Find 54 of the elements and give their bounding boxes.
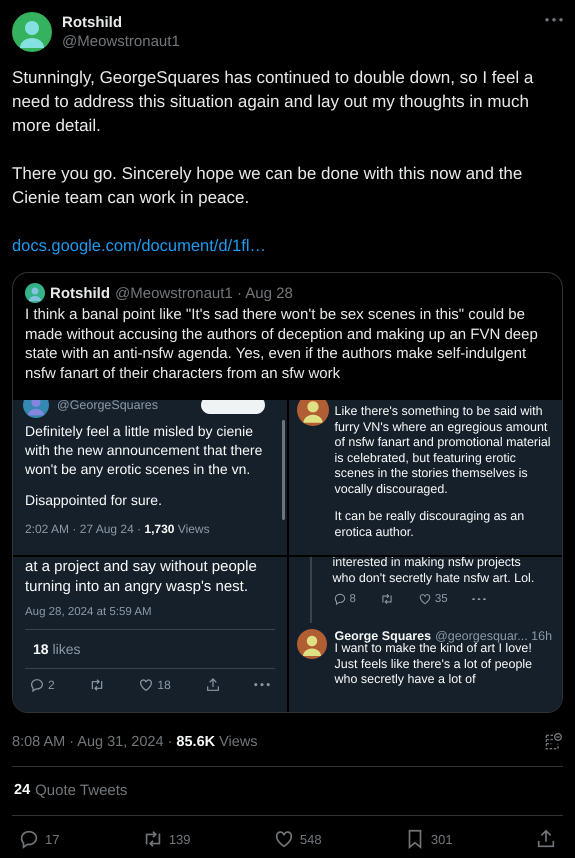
author-name: George Squares — [334, 629, 432, 643]
bookmark-button[interactable]: 301 — [402, 826, 455, 852]
link[interactable]: docs.google.com/document/d/1fl… — [12, 237, 266, 255]
quote-tweets-link[interactable]: Quote Tweets — [35, 782, 128, 799]
action-count: 2 — [48, 678, 55, 692]
post-text: Disappointed for sure. — [25, 491, 163, 510]
comment-icon — [29, 677, 45, 693]
tweet-text: Stunningly, GeorgeSquares has continued to double down, so I feel a need to address this situation again and lay out my thoughts in much more detail. — [12, 67, 534, 137]
post-time: 8:08 AM · Aug 31, 2024 · — [12, 734, 172, 750]
post-time: 2:02 AM · 27 Aug 24 · — [25, 522, 142, 536]
more-icon — [254, 683, 270, 687]
author-name: Rotshild — [50, 284, 110, 302]
author-name: Rotshild — [62, 14, 123, 31]
follow-button — [200, 400, 264, 414]
views-label: Views — [219, 734, 258, 750]
like-count: 18 — [33, 641, 49, 657]
reply-text: It can be really discouraging as an erotica author. — [334, 509, 526, 540]
quoted-tweet[interactable] — [12, 272, 563, 713]
analytics-icon[interactable] — [543, 732, 563, 752]
view-count: 1,730 — [144, 522, 174, 536]
reply-meta: @georgesquar... 16h — [435, 629, 552, 643]
likes-label: likes — [52, 641, 80, 657]
avatar — [296, 629, 326, 659]
tweet-text: There you go. Sincerely hope we can be done with this now and the Cienie team can work in peace. — [12, 163, 524, 209]
more-icon — [545, 18, 563, 22]
post-text: at a project and say without people turning into an angry wasp's nest. — [25, 557, 258, 596]
action-count: 18 — [157, 678, 171, 692]
repost-icon — [88, 677, 105, 693]
views-label: Views — [178, 522, 210, 536]
more-icon — [472, 598, 486, 600]
post-time: Aug 28, 2024 at 5:59 AM — [24, 605, 153, 618]
like-button[interactable]: 548 — [270, 826, 324, 852]
avatar — [296, 400, 328, 426]
quote-count: 24 — [14, 782, 30, 799]
comment-icon — [332, 592, 346, 606]
comment-icon — [18, 828, 40, 850]
action-count: 8 — [350, 593, 356, 605]
avatar — [12, 12, 52, 52]
view-count: 85.6K — [176, 734, 216, 750]
heart-icon — [138, 677, 154, 693]
author-handle: @Meowstronaut1 — [62, 33, 181, 50]
share-icon — [204, 677, 221, 693]
action-count: 35 — [434, 593, 448, 605]
heart-icon — [418, 592, 432, 606]
reply-text: interested in making nsfw projects who don't secretly hate nsfw art. Lol. — [332, 557, 536, 586]
handle: @GeorgeSquares — [57, 400, 158, 412]
reply-button[interactable]: 17 — [16, 826, 62, 852]
repost-icon — [380, 592, 394, 606]
quote-text: I think a banal point like "It's sad there won't be sex scenes in this" could be made without accusing the authors of deception and making up an FVN deep state with an anti-nsfw agenda. Yes, even if the authors make self-indulgent nsfw fanart of their characters from an sfw work — [24, 305, 539, 383]
reply-text: Like there's something to be said with furry VN's where an egregious amount of nsfw fanart and promotional material is celebrated, but featuring erotic scenes in the stories themselves is vocally discouraged. — [334, 404, 552, 497]
retweet-button[interactable]: 139 — [140, 826, 193, 852]
avatar — [25, 283, 45, 303]
quote-meta: @Meowstronaut1 · Aug 28 — [115, 284, 293, 302]
post-text: Definitely feel a little misled by cienie with the new announcement that there won't be any erotic scenes in the vn. — [25, 422, 264, 479]
